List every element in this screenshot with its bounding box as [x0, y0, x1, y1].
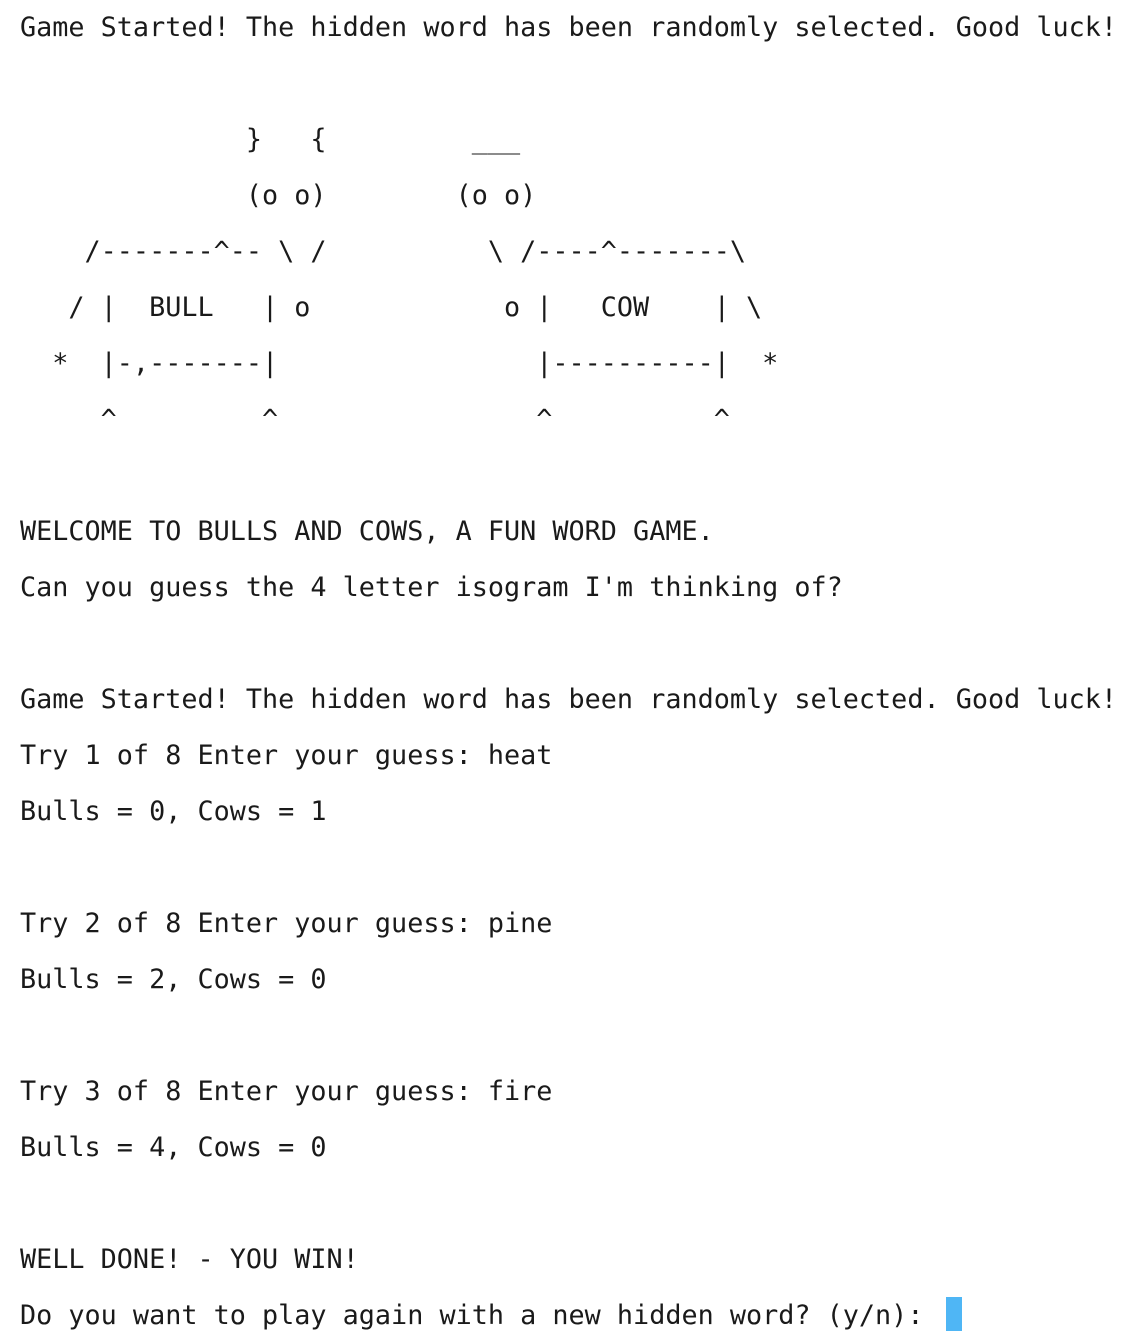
terminal-line: Try 3 of 8 Enter your guess: fire [20, 1076, 553, 1107]
terminal-line: Try 2 of 8 Enter your guess: pine [20, 908, 553, 939]
terminal-line: WELL DONE! - YOU WIN! [20, 1244, 359, 1275]
terminal-line: WELCOME TO BULLS AND COWS, A FUN WORD GA… [20, 516, 714, 547]
text-cursor[interactable] [945, 1297, 962, 1331]
terminal-line: Try 1 of 8 Enter your guess: heat [20, 740, 553, 771]
input-prompt: Do you want to play again with a new hid… [20, 1300, 940, 1331]
terminal-line: Can you guess the 4 letter isogram I'm t… [20, 572, 843, 603]
terminal-line: Game Started! The hidden word has been r… [20, 684, 1118, 715]
ascii-art-line: * |-,-------| |----------| * [20, 348, 779, 379]
ascii-art-line: ^ ^ ^ ^ [20, 404, 730, 435]
terminal-window[interactable]: Game Started! The hidden word has been r… [0, 0, 1124, 1344]
ascii-art-line: } { ___ [20, 124, 521, 155]
ascii-art-line: / | BULL | o o | COW | \ [20, 292, 763, 323]
input-prompt-line[interactable]: Do you want to play again with a new hid… [20, 1288, 962, 1344]
ascii-art-line: (o o) (o o) [20, 180, 537, 211]
terminal-line: Bulls = 2, Cows = 0 [20, 964, 327, 995]
terminal-line: Bulls = 4, Cows = 0 [20, 1132, 327, 1163]
ascii-art-line: /-------^-- \ / \ /----^-------\ [20, 236, 746, 267]
terminal-line: Game Started! The hidden word has been r… [20, 12, 1118, 43]
terminal-line: Bulls = 0, Cows = 1 [20, 796, 327, 827]
